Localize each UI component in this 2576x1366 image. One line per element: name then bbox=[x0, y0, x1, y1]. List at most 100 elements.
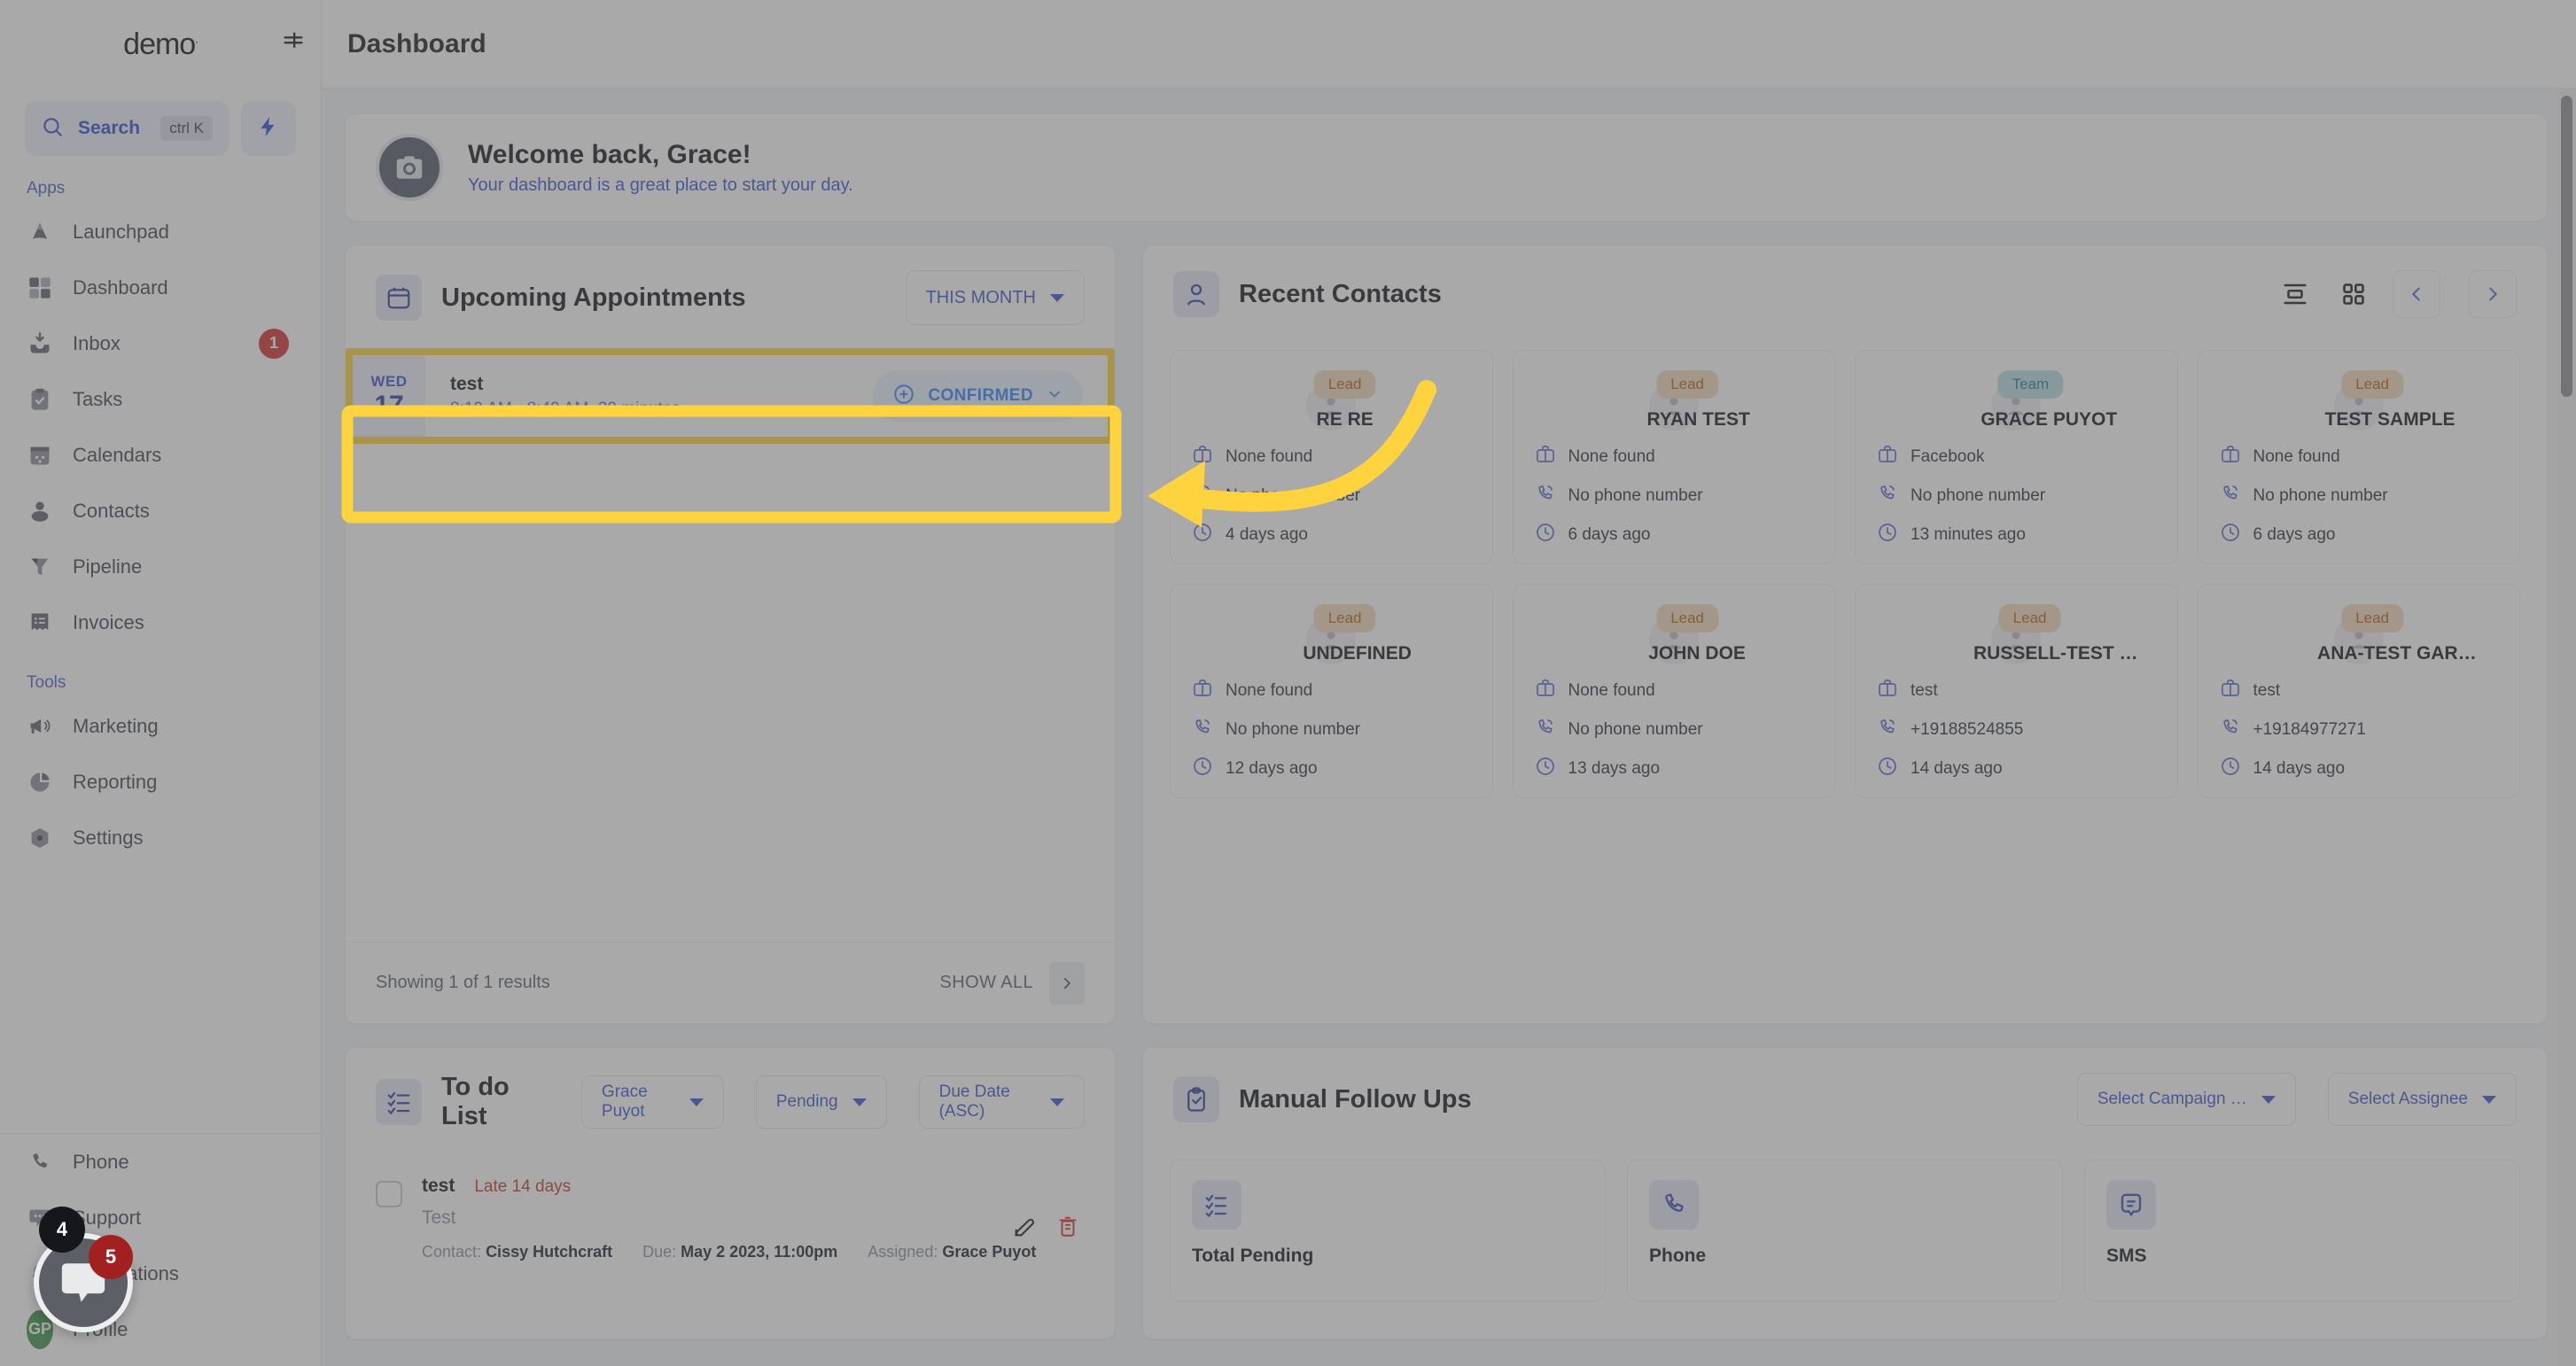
contact-card[interactable]: Lead RUSSELL-TEST … test +19188524855 14 day… bbox=[1855, 584, 2178, 798]
sidebar-item-launchpad[interactable]: Launchpad bbox=[0, 204, 321, 260]
clock-icon bbox=[1877, 522, 1898, 547]
contact-phone: No phone number bbox=[1911, 485, 2046, 505]
contact-time: 14 days ago bbox=[2253, 758, 2346, 778]
phone-icon bbox=[1877, 483, 1898, 508]
contact-card[interactable]: Lead RE RE None found No phone number 4 days… bbox=[1170, 350, 1493, 564]
sidebar-item-label: Contacts bbox=[73, 499, 150, 522]
contact-name: RUSSELL-TEST … bbox=[1973, 643, 2138, 664]
contact-type-badge: Lead bbox=[1656, 604, 1719, 633]
todo-contact: Contact: Cissy Hutchcraft bbox=[422, 1243, 612, 1261]
app-root: demo. Search ctrl K Apps Launchpad Dashb… bbox=[0, 0, 2576, 1366]
welcome-title: Welcome back, Grace! bbox=[468, 139, 751, 169]
contacts-prev-button[interactable] bbox=[2393, 270, 2440, 318]
quick-actions-button[interactable] bbox=[241, 101, 296, 156]
sidebar-collapse-icon[interactable] bbox=[275, 23, 312, 60]
sidebar-item-dashboard[interactable]: Dashboard bbox=[0, 260, 321, 315]
scrollbar-thumb[interactable] bbox=[2561, 96, 2572, 397]
grid-view-icon[interactable] bbox=[2334, 275, 2373, 314]
follow-up-tile-phone[interactable]: Phone bbox=[1627, 1160, 2063, 1301]
clipboard-check-icon bbox=[1173, 1076, 1219, 1122]
show-all-label[interactable]: SHOW ALL bbox=[940, 973, 1033, 993]
briefcase-icon bbox=[1535, 444, 1556, 470]
sidebar-item-calendars[interactable]: Calendars bbox=[0, 427, 321, 483]
contact-time: 13 days ago bbox=[1568, 758, 1661, 778]
show-all-button[interactable] bbox=[1049, 961, 1085, 1005]
appointments-range-filter[interactable]: THIS MONTH bbox=[905, 270, 1085, 325]
todo-status-filter[interactable]: Pending bbox=[755, 1075, 887, 1129]
sidebar-item-settings[interactable]: Settings bbox=[0, 810, 321, 865]
sidebar-item-marketing[interactable]: Marketing bbox=[0, 698, 321, 754]
gear-icon bbox=[27, 825, 53, 851]
page-title: Dashboard bbox=[347, 28, 486, 58]
appointment-status-dropdown[interactable]: CONFIRMED bbox=[873, 370, 1083, 422]
contact-type-badge: Lead bbox=[1998, 604, 2061, 633]
contact-card[interactable]: Lead UNDEFINED None found No phone number 12… bbox=[1170, 584, 1493, 798]
welcome-banner: Welcome back, Grace! Your dashboard is a… bbox=[345, 113, 2548, 221]
follow-ups-assignee-filter[interactable]: Select Assignee bbox=[2327, 1073, 2517, 1126]
follow-ups-header: Manual Follow Ups Select Campaign … Sele… bbox=[1143, 1048, 2547, 1149]
grid-icon bbox=[27, 275, 53, 301]
contacts-next-button[interactable] bbox=[2469, 270, 2517, 318]
phone-icon bbox=[1192, 717, 1213, 742]
contact-card[interactable]: Lead ANA-TEST GAR… test +19184977271 14 days… bbox=[2197, 584, 2520, 798]
welcome-text: Welcome back, Grace! Your dashboard is a… bbox=[468, 140, 853, 196]
contacts-icon bbox=[27, 498, 53, 524]
follow-up-tile-total-pending[interactable]: Total Pending bbox=[1170, 1160, 1606, 1301]
todo-due: Due: May 2 2023, 11:00pm bbox=[642, 1243, 837, 1261]
todo-assignee-filter[interactable]: Grace Puyot bbox=[580, 1075, 724, 1129]
sidebar-item-label: Reporting bbox=[73, 770, 158, 793]
page-scrollbar[interactable] bbox=[2557, 89, 2576, 1366]
contact-phone-line: No phone number bbox=[1877, 483, 2156, 508]
sidebar-item-tasks[interactable]: Tasks bbox=[0, 371, 321, 427]
contact-company: test bbox=[1911, 680, 1938, 700]
todo-item-actions bbox=[1012, 1215, 1079, 1244]
phone-icon bbox=[2220, 717, 2241, 742]
appointments-title: Upcoming Appointments bbox=[441, 283, 746, 312]
contact-card[interactable]: Lead TEST SAMPLE None found No phone number… bbox=[2197, 350, 2520, 564]
appointment-date: WED 17 bbox=[353, 355, 425, 437]
delete-icon[interactable] bbox=[1056, 1215, 1079, 1244]
contact-name: UNDEFINED bbox=[1303, 643, 1412, 664]
appointment-row[interactable]: WED 17 test 8:10 AM - 8:40 AM, 30 minute… bbox=[353, 355, 1108, 437]
follow-ups-campaign-filter[interactable]: Select Campaign … bbox=[2076, 1073, 2296, 1126]
follow-ups-assignee-value: Select Assignee bbox=[2347, 1090, 2468, 1108]
sms-icon bbox=[2106, 1180, 2156, 1230]
contact-card-top: Team GRACE PUYOT bbox=[1877, 370, 2156, 431]
search-input[interactable]: Search ctrl K bbox=[25, 101, 229, 156]
contact-card[interactable]: Lead JOHN DOE None found No phone number 13 … bbox=[1512, 584, 1835, 798]
briefcase-icon bbox=[1192, 678, 1213, 703]
welcome-avatar[interactable] bbox=[376, 134, 443, 201]
sidebar-item-invoices[interactable]: Invoices bbox=[0, 594, 321, 650]
todo-checkbox[interactable] bbox=[376, 1181, 402, 1207]
sidebar-item-inbox[interactable]: Inbox 1 bbox=[0, 315, 321, 371]
todo-sort-filter[interactable]: Due Date (ASC) bbox=[918, 1075, 1085, 1129]
chat-widget-button[interactable]: 5 4 bbox=[34, 1207, 133, 1332]
contact-card-top: Lead ANA-TEST GAR… bbox=[2220, 604, 2499, 664]
contact-card[interactable]: Lead RYAN TEST None found No phone number 6 … bbox=[1512, 350, 1835, 564]
contact-company: None found bbox=[1568, 446, 1655, 466]
upcoming-appointments-card: Upcoming Appointments THIS MONTH WED 17 bbox=[345, 244, 1116, 1024]
piechart-icon bbox=[27, 769, 53, 796]
brand-name: demo bbox=[123, 27, 196, 61]
contact-card-top: Lead TEST SAMPLE bbox=[2220, 370, 2499, 431]
sidebar-item-pipeline[interactable]: Pipeline bbox=[0, 539, 321, 594]
recent-contacts-header: Recent Contacts bbox=[1143, 245, 2547, 341]
appointment-time: 8:10 AM - 8:40 AM, 30 minutes bbox=[450, 399, 681, 418]
follow-up-tile-sms[interactable]: SMS bbox=[2084, 1160, 2520, 1301]
chat-queue-badge: 4 bbox=[39, 1207, 85, 1253]
sidebar-item-label: Launchpad bbox=[73, 220, 169, 243]
sidebar-item-contacts[interactable]: Contacts bbox=[0, 483, 321, 539]
contact-name: TEST SAMPLE bbox=[2324, 409, 2455, 430]
sidebar-item-reporting[interactable]: Reporting bbox=[0, 754, 321, 810]
sidebar-item-label: Invoices bbox=[73, 610, 144, 633]
contact-type-badge: Team bbox=[1997, 370, 2064, 399]
brand-mark: . bbox=[195, 32, 198, 46]
contact-card[interactable]: Team GRACE PUYOT Facebook No phone number 13… bbox=[1855, 350, 2178, 564]
edit-icon[interactable] bbox=[1012, 1215, 1037, 1244]
contact-type-badge: Lead bbox=[1313, 370, 1376, 399]
sidebar-section-tools: Tools bbox=[27, 673, 66, 692]
todo-assigned: Assigned: Grace Puyot bbox=[868, 1243, 1036, 1261]
sidebar-item-phone[interactable]: Phone bbox=[0, 1134, 321, 1190]
clock-icon bbox=[2220, 756, 2241, 781]
list-view-icon[interactable] bbox=[2276, 275, 2315, 314]
